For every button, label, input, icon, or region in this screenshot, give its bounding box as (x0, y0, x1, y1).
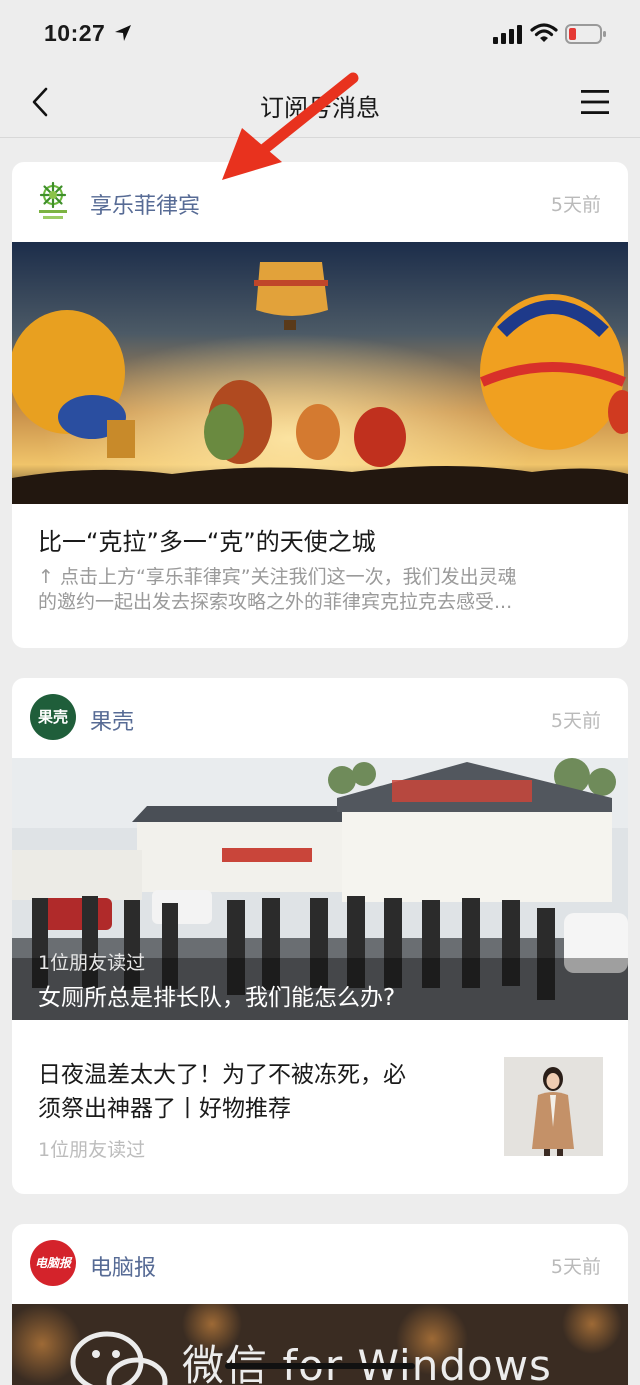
annotation-arrow-icon (222, 72, 359, 180)
article-thumbnail[interactable] (504, 1057, 603, 1156)
digest-line: 的邀约一起出发去探索攻略之外的菲律宾克拉克去感受... (38, 591, 513, 613)
avatar-text: 电脑报 (34, 1256, 71, 1270)
status-time: 10:27 (44, 20, 106, 46)
wechat-logo-icon (70, 1331, 168, 1385)
cover-image[interactable]: 1位朋友读过 女厕所总是排长队，我们能怎么办? (12, 758, 628, 1020)
cellular-signal-icon (493, 25, 522, 44)
article-card[interactable]: 果壳 果壳 5天前 1位朋友读过 女厕所总是排长队，我们能怎么办? 日夜温差太大… (12, 678, 628, 1194)
status-bar: 10:27 (0, 0, 640, 68)
cover-text: 微信 for Windows (182, 1341, 552, 1385)
card-header: 电脑报 电脑报 5天前 (12, 1224, 628, 1304)
article-card[interactable]: 电脑报 电脑报 5天前 微信 for Windows (12, 1224, 628, 1385)
article-title[interactable]: 比一“克拉”多一“克”的天使之城 (38, 522, 376, 557)
battery-low-icon (565, 24, 606, 44)
menu-icon[interactable] (579, 88, 611, 116)
cover-image[interactable]: 微信 for Windows (12, 1304, 628, 1385)
enjoy-logo-icon (39, 181, 67, 219)
cover-read-count: 1位朋友读过 (38, 952, 146, 974)
avatar-text: 果壳 (37, 708, 68, 726)
cover-image[interactable] (12, 242, 628, 504)
article-title[interactable]: 日夜温差太大了！为了不被冻死，必 须祭出神器了丨好物推荐 (38, 1058, 478, 1126)
account-name[interactable]: 享乐菲律宾 (90, 188, 200, 220)
post-time: 5天前 (550, 710, 601, 732)
account-avatar[interactable]: 果壳 (30, 694, 76, 740)
article-title-line: 须祭出神器了丨好物推荐 (38, 1096, 291, 1122)
card-header: 果壳 果壳 5天前 (12, 678, 628, 758)
read-count: 1位朋友读过 (38, 1139, 146, 1161)
home-indicator (225, 1363, 415, 1369)
account-name[interactable]: 电脑报 (90, 1250, 156, 1282)
account-avatar[interactable]: 电脑报 (30, 1240, 76, 1286)
account-name[interactable]: 果壳 (90, 704, 134, 736)
article-card[interactable]: 享乐菲律宾 5天前 比一“克拉”多一“克”的天使之城 ↑ 点击上方“享乐菲律宾”… (12, 162, 628, 648)
location-arrow-icon (115, 25, 131, 41)
post-time: 5天前 (550, 194, 601, 216)
hot-air-balloons-photo (12, 242, 628, 504)
cover-title[interactable]: 女厕所总是排长队，我们能怎么办? (38, 978, 395, 1012)
wifi-icon (530, 23, 558, 42)
post-time: 5天前 (550, 1256, 601, 1278)
digest-line: ↑ 点击上方“享乐菲律宾”关注我们这一次，我们发出灵魂 (38, 566, 517, 588)
woman-coat-photo (532, 1067, 574, 1156)
article-title-line: 日夜温差太大了！为了不被冻死，必 (38, 1062, 406, 1088)
article-digest: ↑ 点击上方“享乐菲律宾”关注我们这一次，我们发出灵魂 的邀约一起出发去探索攻略… (38, 565, 602, 615)
account-avatar[interactable] (30, 178, 76, 224)
